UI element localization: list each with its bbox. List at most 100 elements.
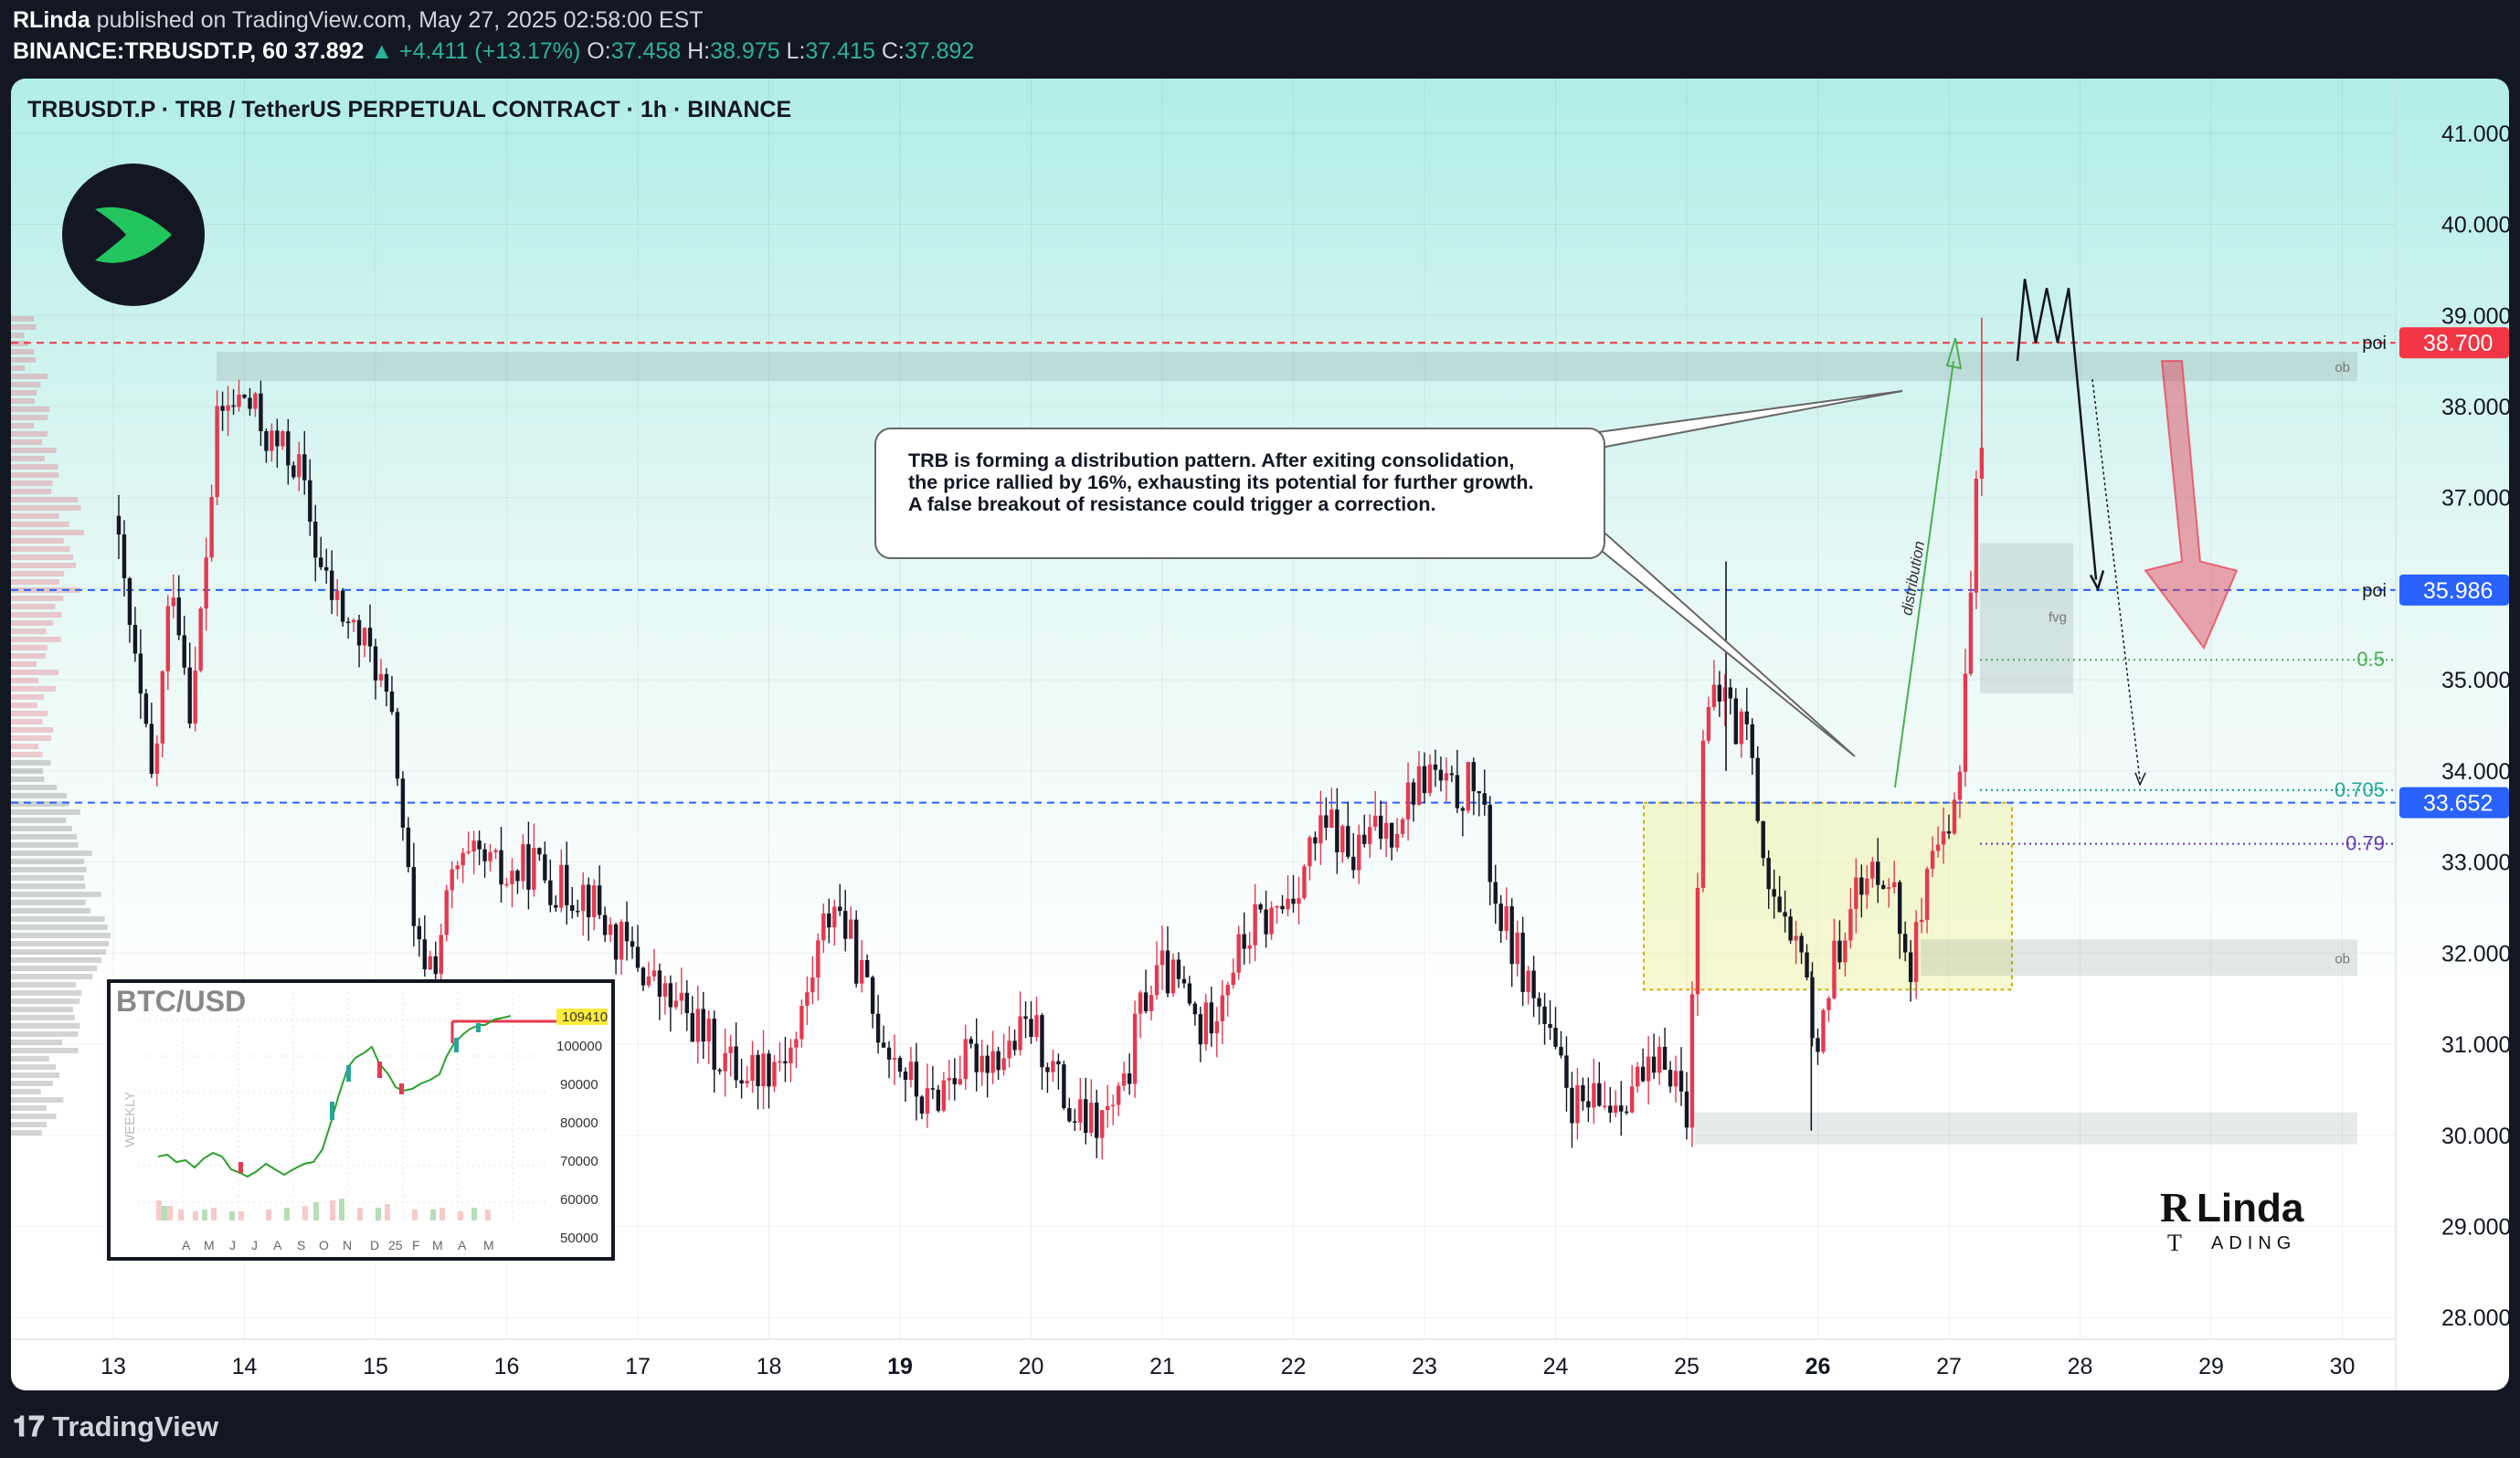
order-block-zone-upper (217, 352, 2357, 382)
fvg-label: fvg (2049, 609, 2067, 625)
candle-body (259, 393, 263, 431)
candle-body (122, 534, 127, 578)
candle-body (799, 1006, 804, 1040)
candle-body (1755, 757, 1760, 821)
candle-body (1788, 916, 1793, 941)
candle-body (493, 850, 498, 852)
volume-profile-bar (11, 563, 76, 568)
candle-body (515, 871, 520, 882)
candle-body (1416, 766, 1422, 805)
candle-body (778, 1061, 782, 1063)
volume-profile-bar (11, 966, 98, 971)
author-logo (62, 164, 205, 306)
symbol-title: TRBUSDT.P · TRB / TetherUS PERPETUAL CON… (27, 97, 792, 122)
volume-profile-bar (11, 382, 41, 387)
poi-label-upper: poi (2362, 333, 2387, 354)
volume-profile-bar (11, 333, 25, 338)
candle-body (308, 480, 312, 523)
symbol-label: BINANCE:TRBUSDT.P, 60 (13, 38, 288, 64)
candle-body (143, 693, 149, 724)
volume-profile-bar (11, 357, 37, 363)
candle-body (1318, 815, 1323, 844)
inset-month-a3: A (458, 1238, 467, 1252)
candle-body (1614, 1105, 1618, 1114)
candle-body (1902, 934, 1908, 953)
candle-body (875, 1013, 881, 1043)
inset-tick-100000: 100000 (556, 1039, 602, 1054)
volume-profile-bar (11, 522, 69, 527)
candle-body (231, 405, 236, 407)
candle-body (1357, 834, 1361, 871)
volume-profile-bar (11, 423, 34, 428)
candle-body (848, 919, 853, 939)
volume-profile-bar (11, 1072, 59, 1078)
published-text: published on TradingView.com, May 27, 20… (96, 7, 704, 33)
candle-body (1056, 1061, 1061, 1065)
candle-body (1924, 869, 1930, 920)
volume-profile-bar (11, 456, 45, 461)
candle-body (1805, 952, 1809, 977)
candle-body (264, 430, 269, 451)
candle-body (286, 431, 291, 466)
candle-body (1368, 827, 1372, 844)
candle-body (903, 1071, 908, 1080)
time-tick: 30 (2330, 1354, 2356, 1379)
tradingview-brand[interactable]: 𝟏𝟕 TradingView (13, 1410, 218, 1444)
volume-profile-bar (11, 1081, 53, 1086)
volume-profile-bar (11, 703, 37, 708)
price-tick: 35.000 (2441, 668, 2509, 693)
volume-profile-bar (11, 448, 57, 453)
candle-body (1892, 882, 1897, 888)
candle-body (1143, 992, 1149, 1011)
candle-body (1684, 1091, 1689, 1128)
bearish-arrow (2144, 360, 2239, 650)
inset-month-a2: A (273, 1238, 282, 1252)
volume-profile-bar (11, 538, 64, 544)
candle-body (969, 1039, 973, 1044)
volume-profile-bar (11, 990, 82, 996)
chart-panel[interactable]: distribution poi poi 0.5 0.705 0.79 ob ob fvg 41.… (11, 79, 2509, 1390)
volume-profile-bar (11, 1031, 79, 1037)
candle-body (1750, 724, 1754, 758)
candle-body (132, 625, 138, 654)
candle-body (864, 960, 870, 977)
tradingview-logo-icon: 𝟏𝟕 (13, 1410, 53, 1442)
candle-body (1646, 1056, 1651, 1082)
candle-body (794, 1039, 799, 1048)
candle-body (996, 1051, 1001, 1071)
volume-profile-bar (11, 620, 54, 626)
candle-body (334, 590, 340, 600)
volume-profile-bar (11, 415, 48, 420)
candle-body (1362, 834, 1367, 844)
volume-profile-bar (11, 316, 35, 322)
candle-body (1253, 903, 1257, 946)
candle-body (1192, 1003, 1198, 1015)
inset-month-m1: M (204, 1238, 215, 1252)
candle-body (990, 1051, 995, 1073)
candle-body (1700, 740, 1706, 888)
candle-body (816, 940, 821, 977)
rlinda-watermark: R Linda T ADING (2160, 1179, 2343, 1266)
volume-profile-bar (11, 661, 37, 667)
candle-body (1302, 866, 1307, 899)
volume-profile-bar (11, 365, 26, 371)
volume-profile-bar (11, 785, 58, 790)
callout-pointer-upper (1590, 390, 1903, 449)
candle-body (1007, 1041, 1011, 1059)
candle-body (422, 939, 428, 970)
price-tick: 33.000 (2441, 850, 2509, 876)
volume-profile-bar (11, 859, 85, 864)
candle-body (1531, 970, 1536, 998)
candle-body (548, 880, 553, 905)
candle-body (461, 852, 465, 866)
candle-body (329, 570, 334, 600)
inset-month-n: N (343, 1238, 352, 1252)
candle-body (1209, 1002, 1214, 1034)
projection-path (2016, 279, 2098, 580)
candle-body (728, 1046, 733, 1053)
candle-body (952, 1078, 957, 1084)
author-name[interactable]: RLinda (13, 7, 90, 33)
candle-body (1761, 820, 1765, 859)
price-tick: 41.000 (2441, 122, 2509, 147)
volume-profile-bar (11, 530, 85, 535)
